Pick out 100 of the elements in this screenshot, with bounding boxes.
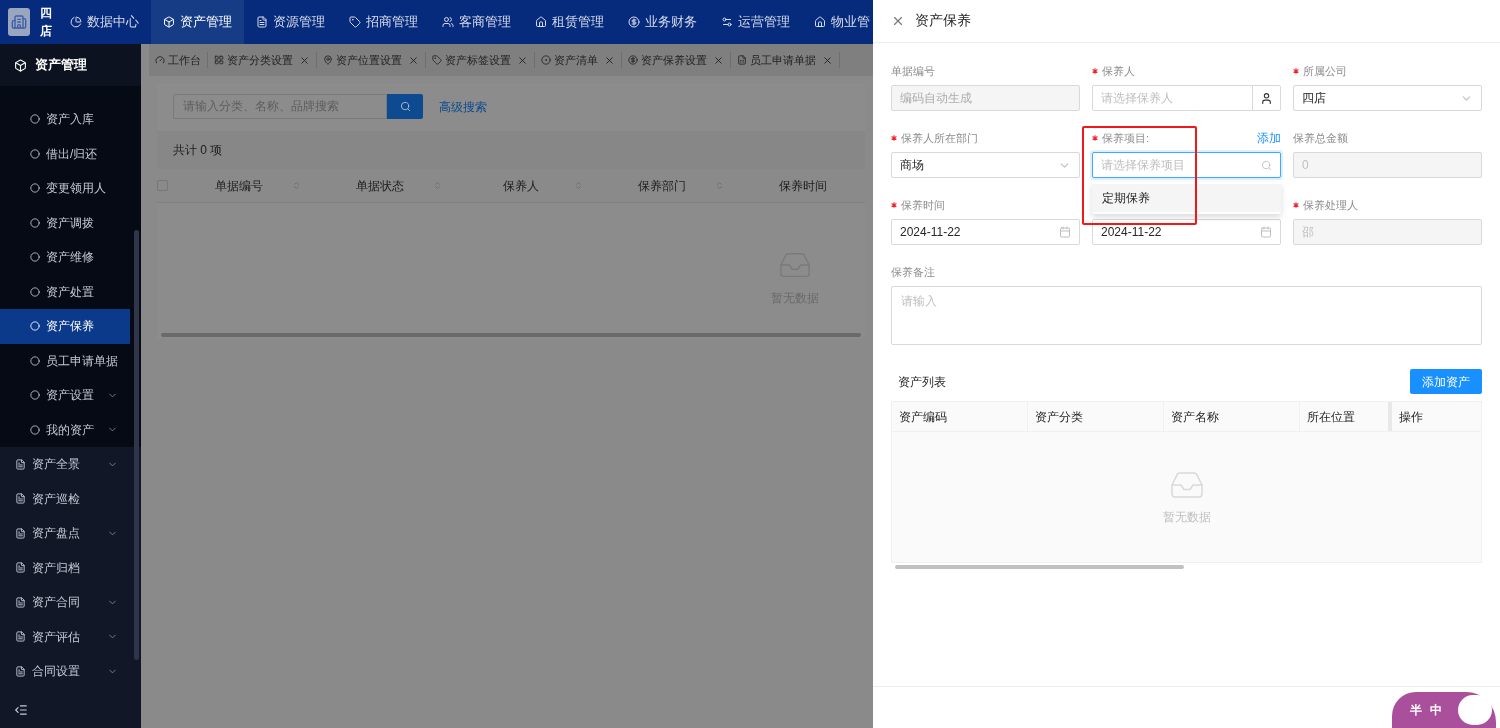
column-header: 资产编码 [892, 402, 1028, 431]
sidebar-item[interactable]: 资产归档 [0, 550, 130, 585]
search-icon [1261, 159, 1272, 171]
nav-icon [814, 16, 826, 28]
date-field[interactable]: 2024-11-22 [891, 219, 1080, 245]
sidebar-item[interactable]: 资产合同 [0, 585, 130, 620]
menu-icon [15, 596, 26, 608]
dropdown-option[interactable]: 定期保养 [1092, 184, 1281, 212]
sidebar-item[interactable]: 资产全景 [0, 447, 130, 482]
page-tab[interactable]: 资产保养设置 [622, 51, 731, 69]
horizontal-scrollbar[interactable] [895, 565, 1184, 569]
sidebar-item[interactable]: 资产保养 [0, 309, 130, 344]
nav-item[interactable]: 数据中心 [58, 0, 151, 44]
field-value: 2024-11-22 [900, 224, 961, 241]
menu-icon [15, 527, 26, 539]
nav-item[interactable]: 客商管理 [430, 0, 523, 44]
sidebar-item[interactable]: 资产巡检 [0, 481, 130, 516]
search-button[interactable] [387, 94, 423, 119]
nav-item[interactable]: 物业管 [802, 0, 873, 44]
search-icon [399, 101, 411, 112]
store-name: 四店 [39, 5, 53, 40]
field-label: 保养处理人 [1293, 196, 1358, 214]
cube-icon [14, 58, 27, 72]
field-placeholder: 编码自动生成 [900, 90, 972, 107]
page-tab[interactable]: 资产标签设置 [426, 51, 535, 69]
tab-icon [432, 55, 442, 65]
logo-icon [8, 8, 30, 36]
sidebar-item[interactable]: 员工申请单据 [0, 343, 130, 378]
menu-icon [15, 665, 26, 677]
nav-item[interactable]: 运营管理 [709, 0, 802, 44]
sidebar-item[interactable]: 资产设置 [0, 378, 130, 413]
column-header[interactable]: 单据状态 [309, 176, 450, 195]
field-label: 保养项目: [1092, 129, 1150, 147]
mascot-icon [1458, 695, 1492, 725]
sidebar-item[interactable]: 资产入库 [0, 102, 130, 137]
nav-icon [628, 16, 640, 28]
menu-icon [30, 355, 40, 366]
horizontal-scrollbar[interactable] [161, 333, 861, 337]
column-header[interactable]: 保养人 [450, 176, 591, 195]
page-tab[interactable]: 工作台 [149, 51, 208, 69]
tab-icon [737, 55, 747, 65]
sidebar-item[interactable]: 我的资产 [0, 412, 130, 447]
close-icon[interactable] [517, 54, 528, 66]
menu-icon [15, 458, 26, 470]
tab-icon [214, 55, 224, 65]
nav-item[interactable]: 业务财务 [616, 0, 709, 44]
close-icon[interactable] [299, 54, 310, 66]
section-title: 资产列表 [897, 373, 946, 391]
menu-icon [30, 183, 40, 194]
column-header[interactable]: 单据编号 [168, 176, 309, 195]
page-tab[interactable]: 资产位置设置 [317, 51, 426, 69]
nav-icon [721, 16, 733, 28]
sidebar-item[interactable]: 变更领用人 [0, 171, 130, 206]
required-asterisk-icon [1293, 68, 1299, 74]
close-icon[interactable] [891, 14, 905, 28]
date-field[interactable]: 2024-11-22 [1092, 219, 1281, 245]
close-icon[interactable] [822, 54, 833, 66]
sidebar-item[interactable]: 资产维修 [0, 240, 130, 275]
field-label: 保养时间 [891, 196, 945, 214]
field-label: 保养人 [1092, 62, 1135, 80]
tab-icon [155, 55, 165, 65]
field-label: 保养总金额 [1293, 130, 1348, 146]
required-asterisk-icon [1092, 68, 1098, 74]
menu-icon [30, 390, 40, 401]
sidebar-header[interactable]: 资产管理 [0, 44, 141, 86]
field-value: 2024-11-22 [1101, 224, 1162, 241]
nav-icon [163, 16, 175, 28]
calendar-icon [1260, 226, 1272, 238]
sidebar-item[interactable]: 借出/归还 [0, 136, 130, 171]
field-label: 保养备注 [891, 264, 935, 280]
select-field[interactable]: 四店 [1293, 85, 1482, 111]
field-value: 商场 [900, 157, 924, 174]
field-placeholder: 请选择保养项目 [1101, 157, 1185, 174]
sidebar-item[interactable]: 资产评估 [0, 619, 130, 654]
collapse-menu-icon[interactable] [14, 703, 28, 717]
nav-icon [442, 16, 454, 28]
column-header[interactable]: 保养时间 [732, 176, 873, 195]
nav-item[interactable]: 资产管理 [151, 0, 244, 44]
close-icon[interactable] [604, 54, 615, 66]
sidebar-item[interactable]: 资产盘点 [0, 516, 130, 551]
menu-icon [15, 562, 26, 574]
page-tab[interactable]: 资产分类设置 [208, 51, 317, 69]
select-field[interactable]: 商场 [891, 152, 1080, 178]
sidebar-item[interactable]: 合同设置 [0, 654, 130, 689]
required-asterisk-icon [891, 135, 897, 141]
field-placeholder: 请选择保养人 [1101, 90, 1173, 107]
nav-item[interactable]: 资源管理 [244, 0, 337, 44]
column-header[interactable]: 保养部门 [591, 176, 732, 195]
close-icon[interactable] [408, 54, 419, 66]
sidebar-item[interactable]: 资产处置 [0, 274, 130, 309]
page-tab[interactable]: 员工申请单据 [731, 51, 840, 69]
nav-item[interactable]: 租赁管理 [523, 0, 616, 44]
page-tab[interactable]: 资产清单 [535, 51, 622, 69]
nav-item[interactable]: 招商管理 [337, 0, 430, 44]
scrollbar[interactable] [134, 230, 139, 660]
close-icon[interactable] [713, 54, 724, 66]
required-asterisk-icon [1293, 202, 1299, 208]
total-count: 共计 0 项 [173, 143, 223, 157]
sidebar-item[interactable]: 资产调拨 [0, 205, 130, 240]
input-method-toolbar[interactable]: 半 中 [1392, 692, 1496, 728]
